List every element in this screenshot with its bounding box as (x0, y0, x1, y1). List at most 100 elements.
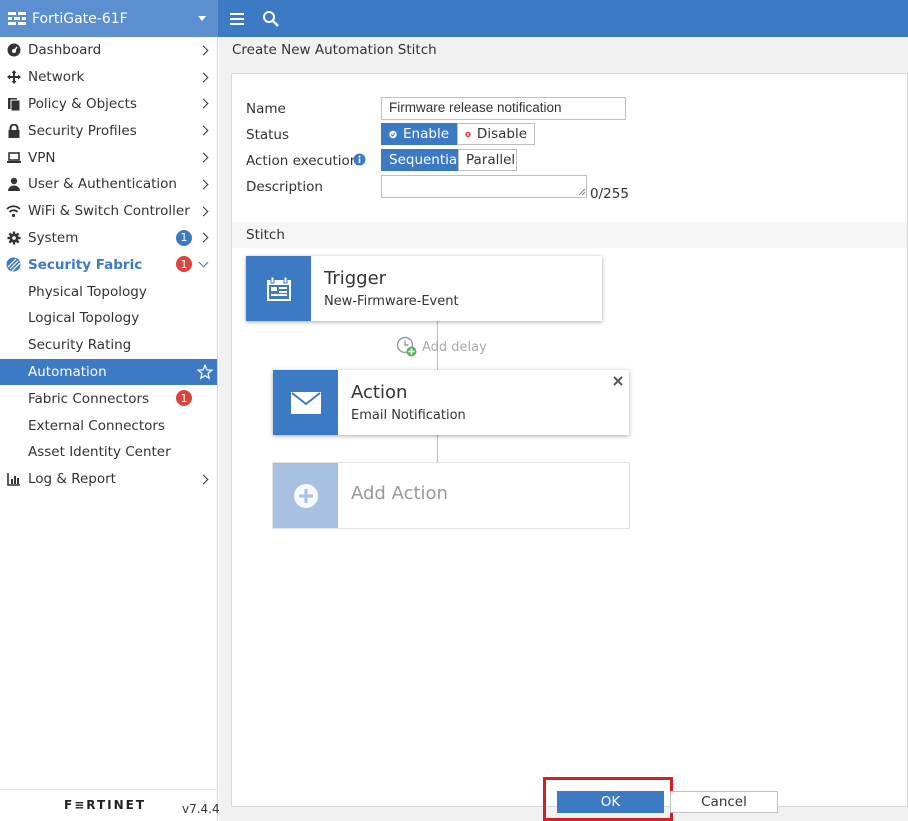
resize-handle-icon[interactable] (578, 188, 586, 196)
parallel-label: Parallel (466, 152, 516, 168)
page-title: Create New Automation Stitch (232, 42, 437, 58)
status-disable-toggle[interactable]: Disable (457, 123, 535, 145)
sidebar-item-label: System (28, 229, 79, 246)
sidebar-item-vpn[interactable]: VPN (0, 144, 217, 171)
search-icon[interactable] (262, 10, 280, 28)
x-circle-icon (465, 131, 471, 137)
sidebar-subitem-physical-topology[interactable]: Physical Topology (0, 278, 217, 305)
description-textarea[interactable] (381, 175, 587, 198)
sidebar-item-system[interactable]: System 1 (0, 225, 217, 252)
sidebar-item-label: Security Fabric (28, 256, 143, 273)
sidebar-item-label: Physical Topology (28, 283, 147, 300)
exec-sequential-toggle[interactable]: Sequential (381, 149, 461, 171)
sequential-label: Sequential (389, 152, 461, 168)
fortigate-icon (8, 11, 26, 25)
description-label: Description (246, 179, 323, 195)
sidebar-subitem-automation[interactable]: Automation (0, 358, 217, 386)
sidebar-subitem-external-connectors[interactable]: External Connectors (0, 412, 217, 439)
main-content: Create New Automation Stitch Name Firmwa… (219, 37, 908, 821)
add-action-label: Add Action (351, 483, 448, 504)
sidebar: Dashboard Network Policy & Objects Secur… (0, 37, 220, 821)
chevron-right-icon (198, 179, 209, 190)
policy-icon (6, 96, 21, 111)
device-name: FortiGate-61F (32, 10, 128, 27)
sidebar-item-user-authentication[interactable]: User & Authentication (0, 171, 217, 198)
hamburger-icon[interactable] (229, 10, 247, 28)
chevron-right-icon (198, 233, 209, 243)
star-icon[interactable] (197, 363, 213, 380)
sidebar-item-dashboard[interactable]: Dashboard (0, 37, 217, 64)
sidebar-item-label: VPN (28, 149, 56, 166)
sidebar-item-label: User & Authentication (28, 176, 177, 193)
info-icon[interactable] (353, 153, 366, 166)
cancel-button[interactable]: Cancel (670, 791, 778, 813)
network-icon (6, 70, 21, 85)
sidebar-item-label: Log & Report (28, 471, 116, 488)
sidebar-subitem-security-rating[interactable]: Security Rating (0, 332, 217, 359)
name-label: Name (246, 101, 286, 117)
device-selector[interactable]: FortiGate-61F (0, 0, 218, 37)
status-label: Status (246, 127, 290, 143)
sidebar-item-security-profiles[interactable]: Security Profiles (0, 117, 217, 144)
chart-icon (6, 472, 21, 487)
sidebar-item-label: Asset Identity Center (28, 444, 171, 461)
chevron-right-icon (198, 206, 209, 217)
sidebar-item-label: Policy & Objects (28, 95, 137, 112)
sidebar-subitem-logical-topology[interactable]: Logical Topology (0, 305, 217, 332)
calendar-icon (266, 276, 291, 301)
chevron-right-icon (198, 152, 209, 163)
sidebar-item-label: Security Rating (28, 337, 132, 354)
fortinet-logo: F≡RTINET (64, 798, 147, 812)
sidebar-subitem-fabric-connectors[interactable]: Fabric Connectors 1 (0, 385, 217, 412)
trigger-icon-box (246, 256, 311, 321)
sidebar-item-label: Logical Topology (28, 310, 140, 327)
user-icon (6, 177, 21, 192)
close-icon[interactable] (613, 376, 623, 386)
action-title: Action (351, 382, 408, 403)
sidebar-item-network[interactable]: Network (0, 64, 217, 91)
description-counter: 0/255 (590, 186, 629, 202)
laptop-icon (6, 150, 21, 165)
ok-button[interactable]: OK (557, 791, 664, 813)
connector-line (437, 435, 438, 463)
chevron-down-icon (198, 16, 206, 21)
version-label: v7.4.4 (182, 802, 220, 816)
sidebar-item-wifi-switch[interactable]: WiFi & Switch Controller (0, 198, 217, 225)
sidebar-item-security-fabric[interactable]: Security Fabric 1 (0, 251, 217, 278)
lock-icon (6, 123, 21, 138)
sidebar-item-label: WiFi & Switch Controller (28, 203, 190, 220)
sidebar-subitem-asset-identity-center[interactable]: Asset Identity Center (0, 439, 217, 466)
sidebar-item-log-report[interactable]: Log & Report (0, 466, 217, 493)
action-card[interactable]: Action Email Notification (273, 370, 629, 435)
sidebar-item-label: Security Profiles (28, 122, 137, 139)
plus-circle-icon (293, 483, 318, 508)
disable-label: Disable (476, 126, 527, 142)
sidebar-item-label: Fabric Connectors (28, 390, 150, 407)
form-footer: OK Cancel (219, 777, 908, 821)
enable-label: Enable (403, 126, 449, 142)
add-delay-label: Add delay (422, 339, 487, 355)
add-delay-button[interactable]: Add delay (396, 336, 487, 358)
notification-badge: 1 (176, 229, 192, 246)
check-circle-icon (389, 130, 397, 138)
trigger-card[interactable]: Trigger New-Firmware-Event (246, 256, 602, 321)
action-icon-box (273, 370, 338, 435)
action-execution-label: Action execution (246, 153, 359, 169)
chevron-down-icon (198, 257, 209, 268)
clock-add-icon (396, 336, 417, 357)
chevron-right-icon (198, 45, 209, 56)
stitch-form-panel: Name Firmware release notification Statu… (231, 73, 908, 807)
exec-parallel-toggle[interactable]: Parallel (458, 149, 517, 171)
sidebar-item-label: Automation (28, 363, 107, 380)
action-type-name: Email Notification (351, 408, 466, 423)
name-input[interactable]: Firmware release notification (381, 97, 626, 120)
add-action-card[interactable]: Add Action (273, 463, 629, 528)
trigger-title: Trigger (324, 268, 387, 289)
stitch-section-header: Stitch (232, 222, 907, 248)
email-icon (290, 391, 321, 414)
chevron-right-icon (198, 125, 209, 136)
gear-icon (6, 230, 21, 245)
sidebar-item-label: External Connectors (28, 417, 165, 434)
status-enable-toggle[interactable]: Enable (381, 123, 457, 145)
sidebar-item-policy-objects[interactable]: Policy & Objects (0, 91, 217, 118)
